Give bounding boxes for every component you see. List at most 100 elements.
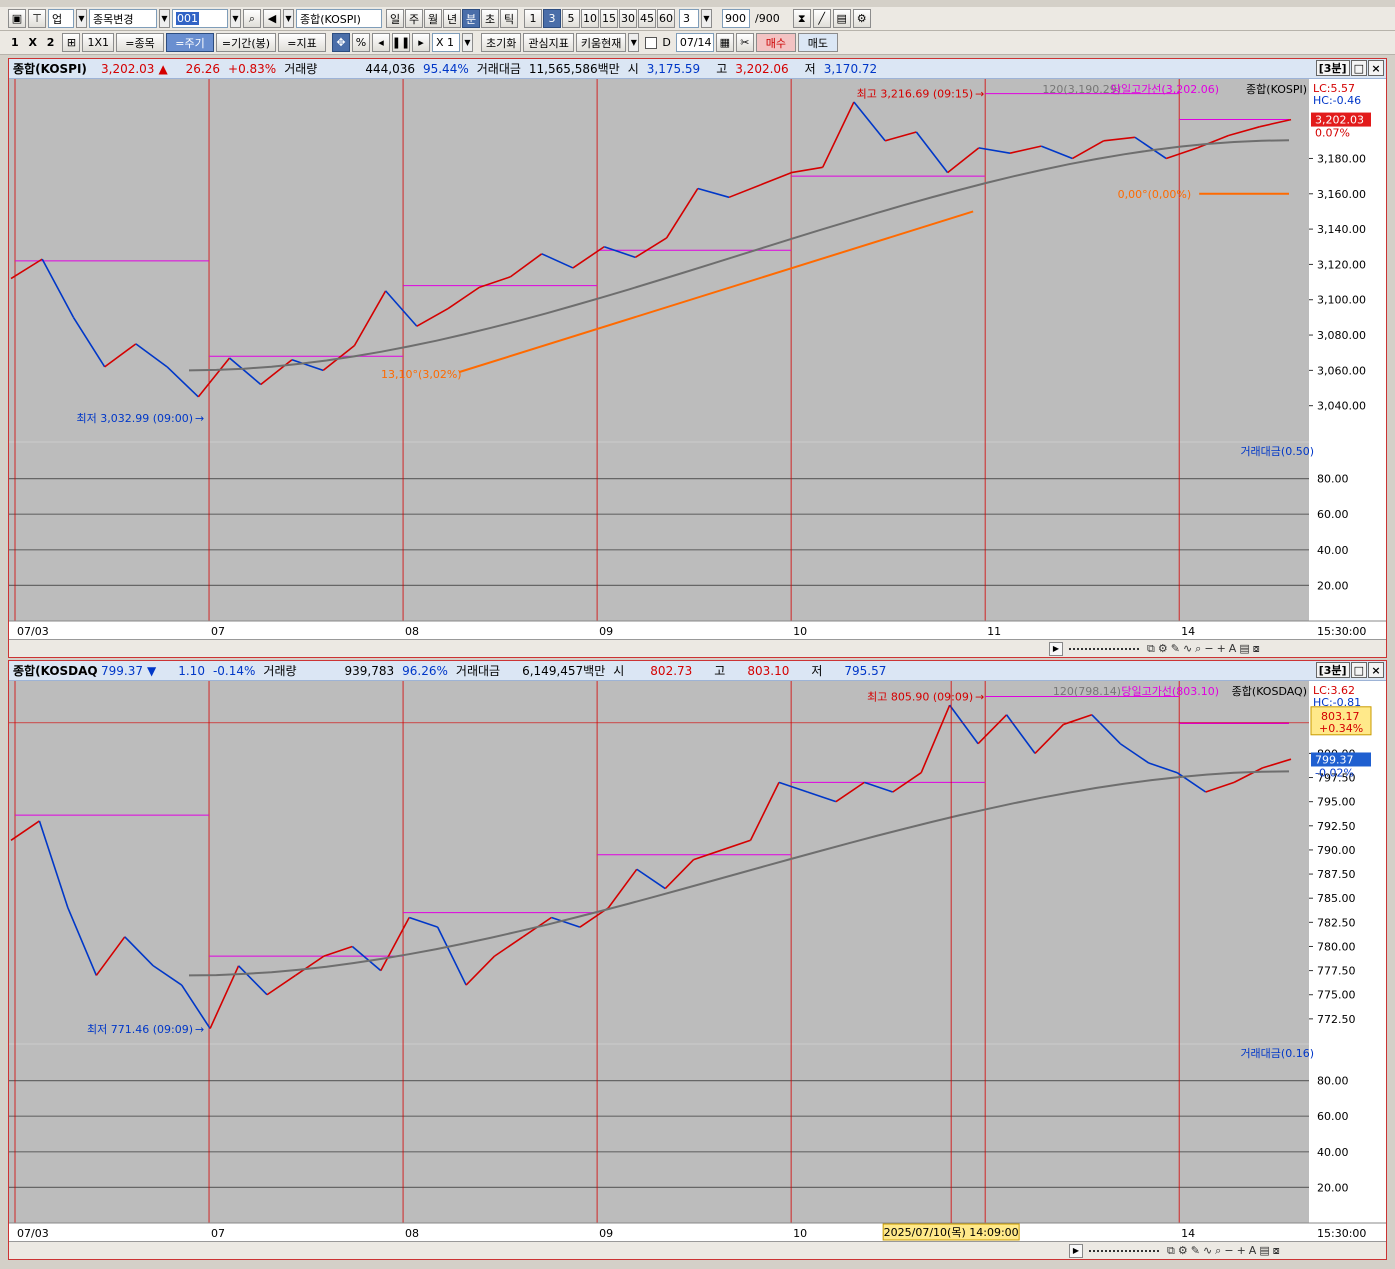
- one-by-one-button[interactable]: 1X1: [82, 33, 114, 52]
- wave-icon: ∿: [1202, 1243, 1213, 1257]
- kosdaq-volume: 939,783: [344, 663, 395, 678]
- sub-tick-label: 20.00: [1317, 579, 1349, 592]
- interval-3-button[interactable]: 3: [543, 9, 561, 28]
- kosdaq-low: 795.57: [844, 663, 887, 678]
- scroll-right-icon[interactable]: ▶: [1049, 641, 1063, 656]
- link-icon: ⧇: [1272, 1243, 1280, 1257]
- scissors-icon[interactable]: ✂: [735, 33, 754, 52]
- sub-tick-label: 60.00: [1317, 1110, 1349, 1123]
- market-dropdown-icon[interactable]: ▼: [76, 9, 87, 28]
- speaker-icon[interactable]: ◀: [263, 9, 281, 28]
- period-3-button[interactable]: 년: [443, 9, 461, 28]
- y-tick-label: 3,160.00: [1317, 188, 1366, 201]
- percent-button[interactable]: %: [352, 33, 370, 52]
- kospi-name: 종합(KOSPI): [13, 62, 87, 76]
- sub-indicator-label: 거래대금(0.16): [1240, 1047, 1314, 1060]
- speaker-dropdown-icon[interactable]: ▼: [283, 9, 294, 28]
- zoom-dropdown-icon[interactable]: ▼: [462, 33, 473, 52]
- interval-5-button[interactable]: 5: [562, 9, 580, 28]
- market-select[interactable]: 업: [48, 9, 74, 28]
- stock-change-select[interactable]: 종목변경: [89, 9, 157, 28]
- interval-value-input[interactable]: 3: [679, 9, 699, 28]
- date-checkbox[interactable]: [645, 36, 658, 49]
- period-2-button[interactable]: 월: [424, 9, 442, 28]
- high-tag-pct: +0.34%: [1319, 722, 1363, 735]
- calendar-icon[interactable]: ▦: [715, 33, 734, 52]
- kospi-chart[interactable]: 3,180.00 3,160.00 3,140.00 3,120.00 3,100.00…: [9, 79, 1386, 639]
- gear-icon[interactable]: ⚙: [852, 9, 871, 28]
- kosdaq-close-icon[interactable]: ×: [1368, 662, 1384, 678]
- interval-30-button[interactable]: 30: [619, 9, 637, 28]
- search-icon[interactable]: ⌕: [243, 9, 261, 28]
- item-button[interactable]: =종목: [116, 33, 164, 52]
- kospi-open: 3,175.59: [646, 61, 701, 76]
- kosdaq-maximize-icon[interactable]: □: [1350, 662, 1367, 678]
- count-input[interactable]: 900: [722, 9, 750, 28]
- code-dropdown-icon[interactable]: ▼: [230, 9, 241, 28]
- kospi-maximize-icon[interactable]: □: [1350, 60, 1367, 76]
- kiwoom-current-button[interactable]: 키움현재: [575, 33, 627, 52]
- settings-icon: ⚙: [1177, 1243, 1188, 1257]
- zoom-select[interactable]: X 1: [432, 33, 460, 52]
- period-4-button[interactable]: 분: [462, 9, 480, 28]
- y-tick-label: 3,120.00: [1317, 258, 1366, 271]
- y-tick-label: 3,040.00: [1317, 400, 1366, 413]
- chart-tools[interactable]: ⧉ ⚙ ✎ ∿ ⌕ − + A ▤ ⧇: [1167, 1244, 1280, 1258]
- interval-dropdown-icon[interactable]: ▼: [701, 9, 712, 28]
- period-1-button[interactable]: 주: [405, 9, 423, 28]
- pause-icon[interactable]: ❚❚: [392, 33, 410, 52]
- interval-10-button[interactable]: 10: [581, 9, 599, 28]
- kosdaq-change: 1.10: [178, 663, 205, 678]
- indicator-button[interactable]: =지표: [278, 33, 326, 52]
- y-tick-label: 3,180.00: [1317, 152, 1366, 165]
- save-icon[interactable]: ▤: [832, 9, 851, 28]
- interval-1-button[interactable]: 1: [524, 9, 542, 28]
- code-value: 001: [176, 12, 199, 25]
- kospi-scrollbar[interactable]: ▶ ⧉ ⚙ ✎ ∿ ⌕ − + A ▤ ⧇: [9, 639, 1386, 657]
- kospi-close-icon[interactable]: ×: [1368, 60, 1384, 76]
- pin-icon[interactable]: ⊤: [28, 9, 46, 28]
- scroll-right-icon[interactable]: ▶: [1069, 1243, 1083, 1258]
- period-button[interactable]: =주기: [166, 33, 214, 52]
- prev-icon[interactable]: ◂: [372, 33, 390, 52]
- period-0-button[interactable]: 일: [386, 9, 404, 28]
- kiwoom-dropdown-icon[interactable]: ▼: [628, 33, 640, 52]
- scroll-thumb[interactable]: [1069, 647, 1139, 650]
- line-tool-icon[interactable]: ╱: [812, 9, 831, 28]
- sub-plot-area: [9, 443, 1309, 621]
- interval-45-button[interactable]: 45: [638, 9, 656, 28]
- candle-icon[interactable]: ⧗: [792, 9, 811, 28]
- date-input[interactable]: 07/14: [675, 33, 714, 52]
- sub-tick-label: 60.00: [1317, 508, 1349, 521]
- window-icon[interactable]: ▣: [8, 9, 26, 28]
- kosdaq-chart[interactable]: 800.00797.50795.00792.50790.00787.50785.…: [9, 681, 1386, 1241]
- code-input[interactable]: 001: [172, 9, 228, 28]
- kosdaq-interval-tag[interactable]: [3분]: [1315, 662, 1350, 678]
- next-icon[interactable]: ▸: [412, 33, 430, 52]
- x-tick-label: 07: [211, 1227, 225, 1240]
- range-button[interactable]: =기간(봉): [216, 33, 276, 52]
- kospi-high: 3,202.06: [735, 61, 789, 76]
- grid-icon[interactable]: ⊞: [62, 33, 81, 52]
- y-tick-label: 785.00: [1317, 892, 1356, 905]
- kospi-interval-tag[interactable]: [3분]: [1315, 60, 1350, 76]
- kosdaq-header: 종합(KOSDAQ 799.37 ▼ 1.10 -0.14% 거래량 939,7…: [9, 661, 1386, 681]
- buy-button[interactable]: 매수: [755, 33, 796, 52]
- interest-indicator-button[interactable]: 관심지표: [523, 33, 574, 52]
- last-price-pct: 0.07%: [1315, 127, 1350, 140]
- stock-change-dropdown-icon[interactable]: ▼: [159, 9, 170, 28]
- period-5-button[interactable]: 초: [481, 9, 499, 28]
- scroll-thumb[interactable]: [1089, 1249, 1159, 1252]
- kosdaq-scrollbar[interactable]: ▶ ⧉ ⚙ ✎ ∿ ⌕ − + A ▤ ⧇: [9, 1241, 1386, 1259]
- zoom-icon: ⌕: [1195, 641, 1202, 655]
- period-6-button[interactable]: 틱: [500, 9, 518, 28]
- interval-15-button[interactable]: 15: [600, 9, 618, 28]
- layout-label[interactable]: 1 X 2: [8, 36, 60, 49]
- interval-60-button[interactable]: 60: [657, 9, 675, 28]
- chart-tools[interactable]: ⧉ ⚙ ✎ ∿ ⌕ − + A ▤ ⧇: [1147, 642, 1260, 656]
- time-label: 15:30:00: [1317, 625, 1366, 638]
- reset-button[interactable]: 초기화: [481, 33, 522, 52]
- index-name-field[interactable]: 종합(KOSPI): [296, 9, 382, 28]
- sell-button[interactable]: 매도: [797, 33, 838, 52]
- move-icon[interactable]: ✥: [332, 33, 350, 52]
